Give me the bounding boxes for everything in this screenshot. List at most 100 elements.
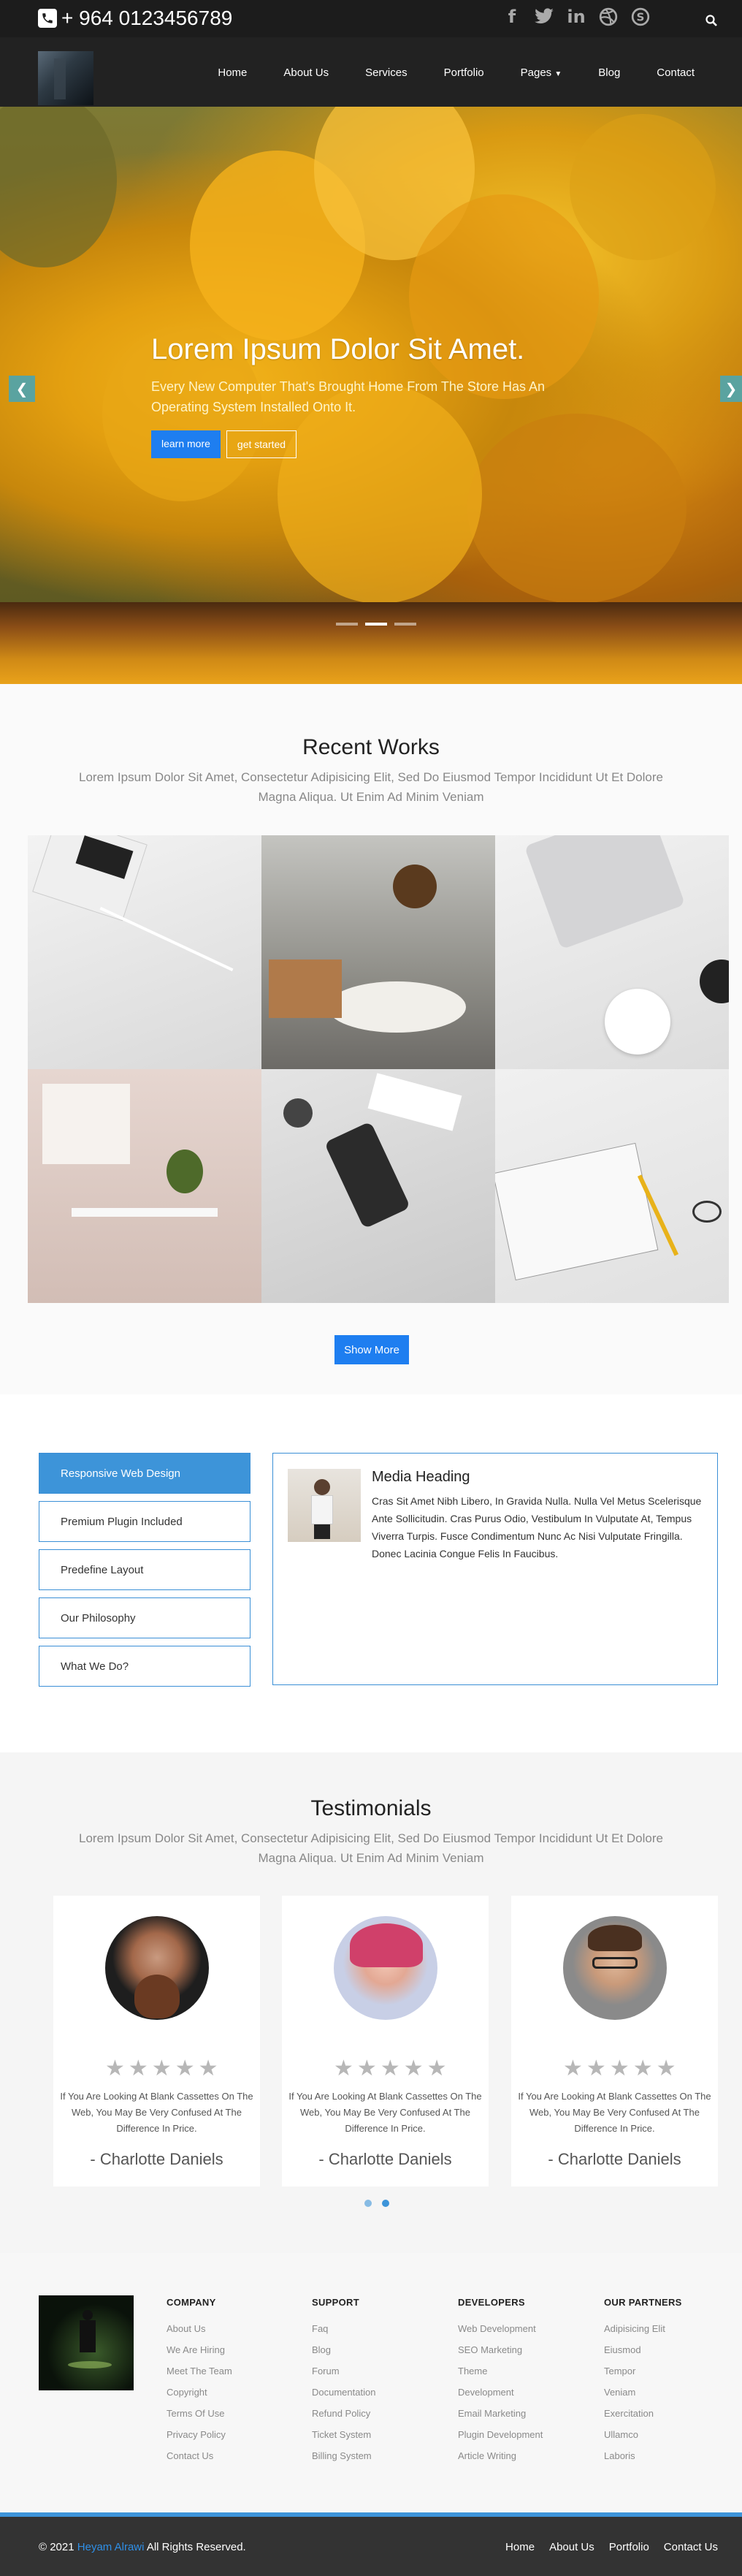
testimonials-section: Testimonials Lorem Ipsum Dolor Sit Amet,… xyxy=(0,1752,742,2253)
footer-link[interactable]: We Are Hiring xyxy=(167,2339,232,2360)
footer-link[interactable]: Theme xyxy=(458,2360,543,2382)
star-icon: ★ xyxy=(563,2056,583,2081)
bottom-nav-home[interactable]: Home xyxy=(505,2541,535,2553)
dribbble-icon[interactable] xyxy=(597,6,619,28)
slider-prev-button[interactable]: ❮ xyxy=(9,376,35,402)
recent-works-section: Recent Works Lorem Ipsum Dolor Sit Amet,… xyxy=(0,684,742,1394)
footer-column-partners: OUR PARTNERS Adipisicing Elit Eiusmod Te… xyxy=(604,2297,682,2466)
nav-services[interactable]: Services xyxy=(347,67,426,79)
footer-link[interactable]: Development xyxy=(458,2382,543,2403)
footer-link[interactable]: Forum xyxy=(312,2360,375,2382)
footer-link[interactable]: Email Marketing xyxy=(458,2403,543,2424)
footer-link[interactable]: Contact Us xyxy=(167,2445,232,2466)
nav-contact[interactable]: Contact xyxy=(638,67,713,79)
portfolio-item-headphones[interactable] xyxy=(28,835,261,1069)
footer-link[interactable]: Documentation xyxy=(312,2382,375,2403)
nav-pages-dropdown[interactable]: Pages ▼ xyxy=(502,67,581,79)
star-icon: ★ xyxy=(427,2056,447,2081)
footer-link[interactable]: SEO Marketing xyxy=(458,2339,543,2360)
phone-icon xyxy=(38,9,57,28)
footer-link[interactable]: Eiusmod xyxy=(604,2339,682,2360)
footer-link[interactable]: Privacy Policy xyxy=(167,2424,232,2445)
footer-link[interactable]: Web Development xyxy=(458,2318,543,2339)
nav-portfolio[interactable]: Portfolio xyxy=(426,67,502,79)
footer-link[interactable]: Ullamco xyxy=(604,2424,682,2445)
bottom-nav-portfolio[interactable]: Portfolio xyxy=(609,2541,649,2553)
footer-link[interactable]: Adipisicing Elit xyxy=(604,2318,682,2339)
slide-indicator[interactable] xyxy=(336,623,358,626)
tab-content-panel: Media Heading Cras Sit Amet Nibh Libero,… xyxy=(272,1453,718,1685)
star-icon: ★ xyxy=(609,2056,630,2081)
search-icon[interactable] xyxy=(705,15,717,30)
footer-link[interactable]: Refund Policy xyxy=(312,2403,375,2424)
media-text: Cras Sit Amet Nibh Libero, In Gravida Nu… xyxy=(372,1495,702,1559)
tab-what-we-do[interactable]: What We Do? xyxy=(39,1646,250,1687)
carousel-dot[interactable] xyxy=(364,2200,372,2207)
chevron-right-icon: ❯ xyxy=(724,381,738,398)
avatar xyxy=(105,1916,209,2020)
portfolio-item-office[interactable] xyxy=(261,835,495,1069)
tab-premium-plugin[interactable]: Premium Plugin Included xyxy=(39,1501,250,1542)
social-links: f in S xyxy=(501,6,651,28)
tab-our-philosophy[interactable]: Our Philosophy xyxy=(39,1597,250,1638)
footer-link[interactable]: Plugin Development xyxy=(458,2424,543,2445)
copyright-suffix: All Rights Reserved. xyxy=(146,2541,246,2553)
footer-link[interactable]: Billing System xyxy=(312,2445,375,2466)
nav-blog[interactable]: Blog xyxy=(580,67,638,79)
portfolio-item-phone[interactable] xyxy=(261,1069,495,1303)
main-nav: Home About Us Services Portfolio Pages ▼… xyxy=(199,67,713,79)
linkedin-icon[interactable]: in xyxy=(565,6,587,28)
get-started-button[interactable]: get started xyxy=(226,430,297,458)
testimonial-text: If You Are Looking At Blank Cassettes On… xyxy=(518,2091,711,2134)
footer-link[interactable]: About Us xyxy=(167,2318,232,2339)
footer-link[interactable]: Blog xyxy=(312,2339,375,2360)
phone-number[interactable]: + 964 0123456789 xyxy=(38,7,232,30)
bottom-nav-about[interactable]: About Us xyxy=(549,2541,594,2553)
footer-heading: COMPANY xyxy=(167,2297,216,2308)
portfolio-item-dining[interactable] xyxy=(28,1069,261,1303)
site-logo[interactable] xyxy=(38,51,93,105)
slide-indicator-active[interactable] xyxy=(365,623,387,626)
star-icon: ★ xyxy=(105,2056,125,2081)
learn-more-button[interactable]: learn more xyxy=(151,430,221,458)
caret-down-icon: ▼ xyxy=(554,70,562,78)
nav-about[interactable]: About Us xyxy=(265,67,347,79)
nav-home[interactable]: Home xyxy=(199,67,265,79)
testimonial-author: - Charlotte Daniels xyxy=(90,2150,223,2168)
footer-link[interactable]: Copyright xyxy=(167,2382,232,2403)
footer-link[interactable]: Faq xyxy=(312,2318,375,2339)
copyright-prefix: © 2021 xyxy=(39,2541,74,2553)
footer-link[interactable]: Ticket System xyxy=(312,2424,375,2445)
footer-link[interactable]: Tempor xyxy=(604,2360,682,2382)
author-link[interactable]: Heyam Alrawi xyxy=(77,2541,145,2553)
carousel-dot-active[interactable] xyxy=(382,2200,389,2207)
tab-responsive-web-design[interactable]: Responsive Web Design xyxy=(39,1453,250,1494)
show-more-button[interactable]: Show More xyxy=(334,1335,409,1364)
footer-link[interactable]: Laboris xyxy=(604,2445,682,2466)
media-image xyxy=(288,1469,361,1542)
portfolio-item-notebook[interactable] xyxy=(495,1069,729,1303)
slider-indicators xyxy=(336,623,416,626)
copyright: © 2021 Heyam Alrawi All Rights Reserved. xyxy=(39,2541,246,2553)
phone-number-text: + 964 0123456789 xyxy=(61,7,233,29)
slide-indicator[interactable] xyxy=(394,623,416,626)
footer-link[interactable]: Terms Of Use xyxy=(167,2403,232,2424)
testimonial-text: If You Are Looking At Blank Cassettes On… xyxy=(60,2091,253,2134)
twitter-icon[interactable] xyxy=(533,6,555,28)
footer-link[interactable]: Veniam xyxy=(604,2382,682,2403)
skype-icon[interactable]: S xyxy=(630,6,651,28)
slider-next-button[interactable]: ❯ xyxy=(720,376,742,402)
star-icon: ★ xyxy=(151,2056,172,2081)
portfolio-item-laptop[interactable] xyxy=(495,835,729,1069)
avatar xyxy=(563,1916,667,2020)
footer-link[interactable]: Article Writing xyxy=(458,2445,543,2466)
main-navbar: Home About Us Services Portfolio Pages ▼… xyxy=(0,37,742,107)
footer-link[interactable]: Meet The Team xyxy=(167,2360,232,2382)
tab-predefine-layout[interactable]: Predefine Layout xyxy=(39,1549,250,1590)
facebook-icon[interactable]: f xyxy=(501,6,523,28)
bottom-nav-contact[interactable]: Contact Us xyxy=(664,2541,718,2553)
footer-column-support: SUPPORT Faq Blog Forum Documentation Ref… xyxy=(312,2297,375,2466)
footer-image xyxy=(39,2295,134,2390)
footer-link[interactable]: Exercitation xyxy=(604,2403,682,2424)
hero-slider: Lorem Ipsum Dolor Sit Amet. Every New Co… xyxy=(0,107,742,602)
